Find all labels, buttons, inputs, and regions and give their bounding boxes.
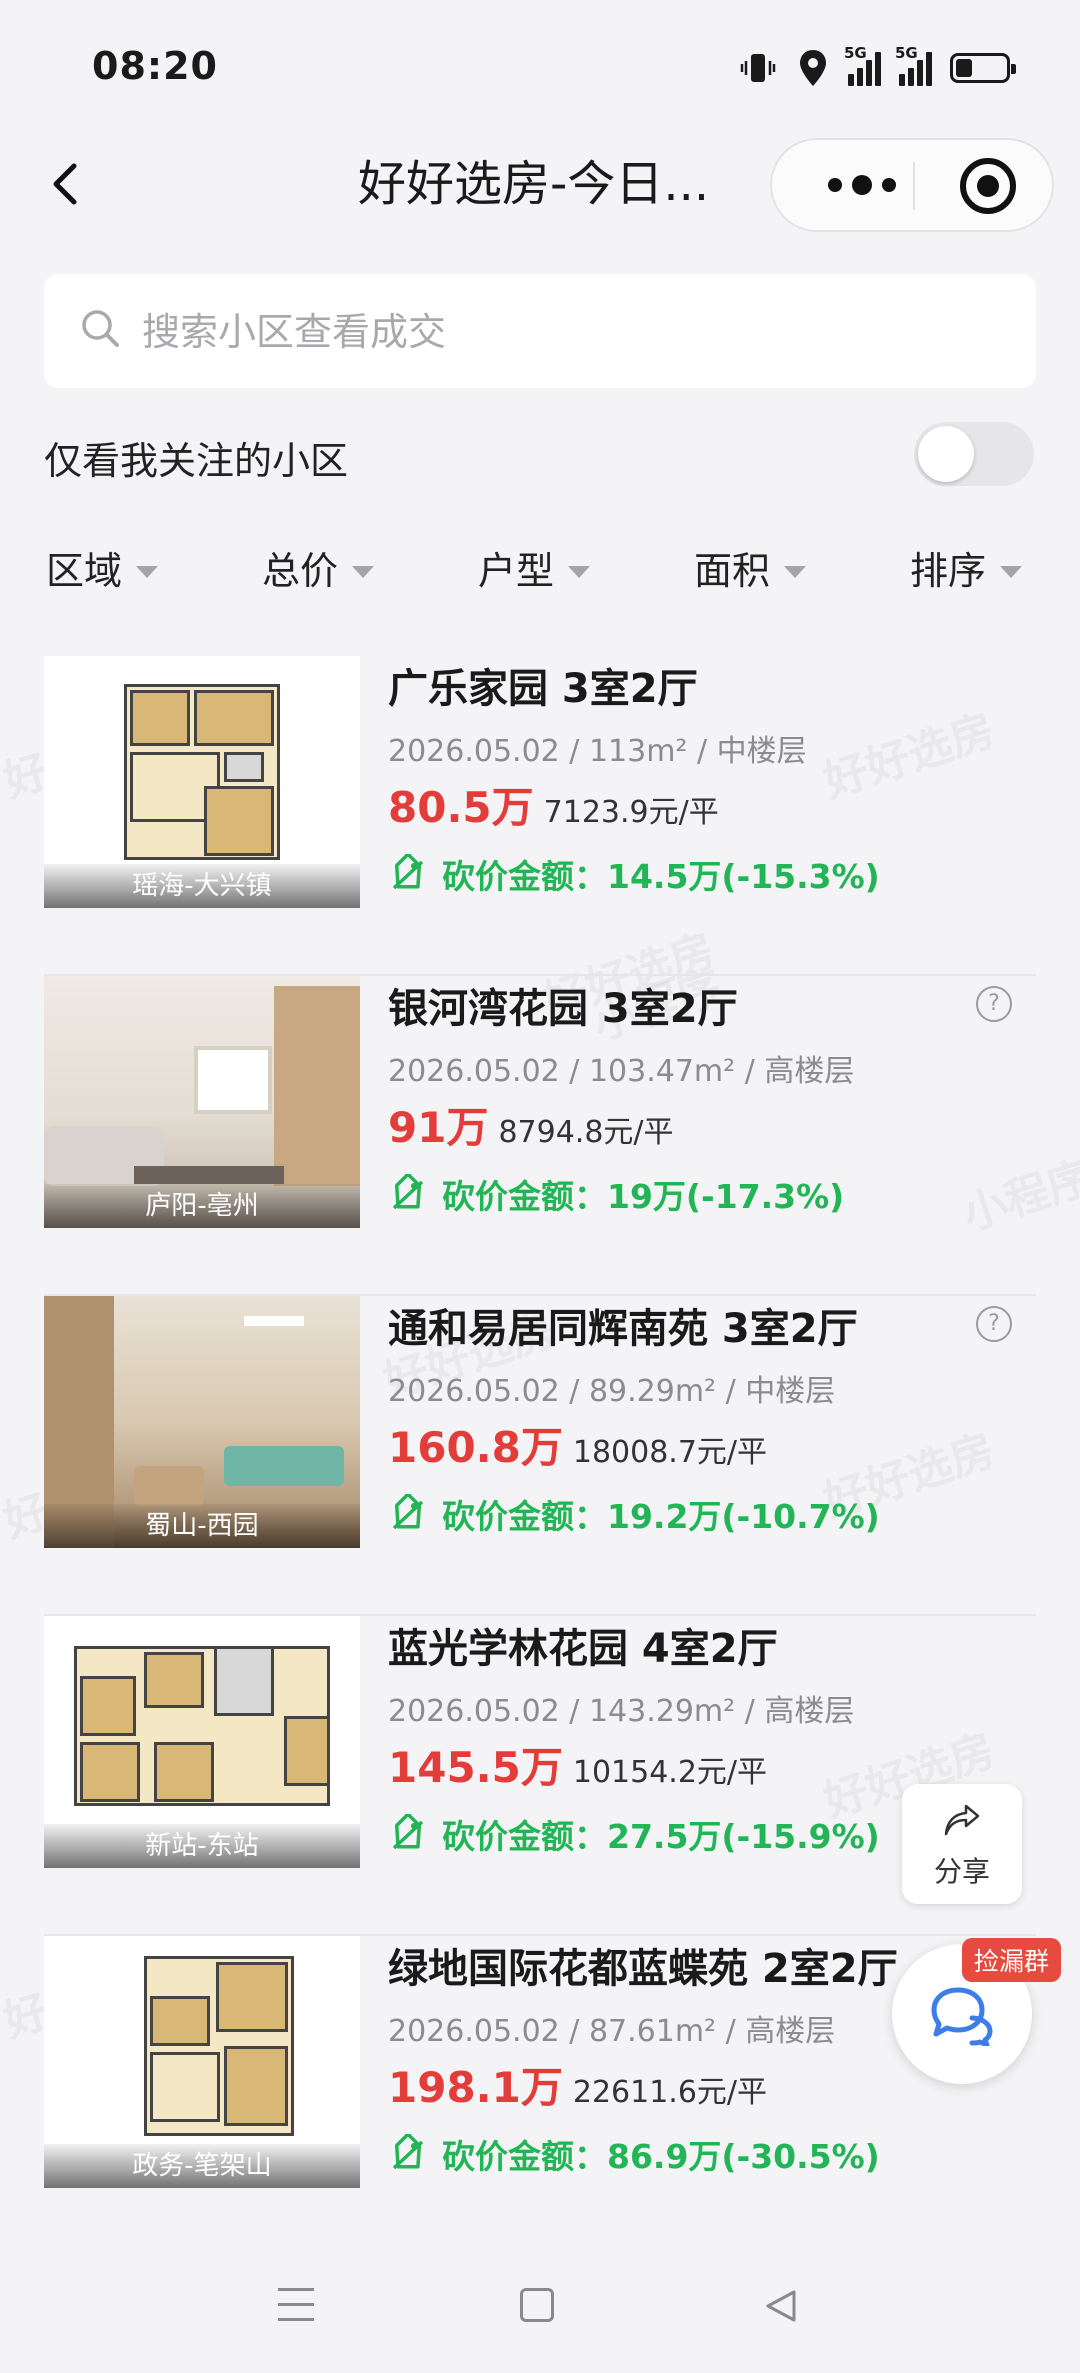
caret-down-icon: [1000, 565, 1023, 578]
listing-item[interactable]: 瑶海-大兴镇 广乐家园 3室2厅 2026.05.02 / 113m² / 中楼…: [44, 656, 1036, 976]
listing-title: 绿地国际花都蓝蝶苑 2室2厅: [388, 1946, 898, 1992]
price-tag-icon: [392, 1494, 424, 1530]
signal-2-icon: 5G: [895, 44, 932, 86]
status-bar: 08:20 5G 5G: [0, 0, 1080, 130]
close-miniprogram-button[interactable]: [960, 158, 1016, 214]
share-icon: [944, 1804, 980, 1836]
listing-cut-amount: 砍价金额：14.5万(-15.3%): [388, 850, 880, 898]
filter-bar: 区域 总价 户型 面积 排序: [0, 540, 1080, 600]
filter-sort[interactable]: 排序: [910, 540, 1023, 595]
listing-item[interactable]: 政务-笔架山 绿地国际花都蓝蝶苑 2室2厅 2026.05.02 / 87.61…: [44, 1936, 1036, 2256]
listing-meta: 2026.05.02 / 143.29m² / 高楼层: [388, 1694, 855, 1729]
caret-down-icon: [136, 565, 159, 578]
listing-location: 新站-东站: [44, 1824, 360, 1868]
filter-layout[interactable]: 户型: [478, 540, 591, 595]
caret-down-icon: [568, 565, 591, 578]
system-navigation-bar: [0, 2240, 1080, 2373]
listing-price-row: 91万 8794.8元/平: [388, 1094, 674, 1155]
listing-title: 广乐家园 3室2厅: [388, 666, 698, 712]
listing-item[interactable]: 新站-东站 蓝光学林花园 4室2厅 2026.05.02 / 143.29m² …: [44, 1616, 1036, 1936]
share-button[interactable]: 分享: [902, 1784, 1022, 1904]
listing-image: 蜀山-西园: [44, 1296, 360, 1548]
listing-location: 蜀山-西园: [44, 1504, 360, 1548]
price-tag-icon: [392, 1814, 424, 1850]
chat-bubbles-icon: [931, 1987, 993, 2046]
price-tag-icon: [392, 2134, 424, 2170]
follow-only-label: 仅看我关注的小区: [44, 439, 349, 483]
vibrate-icon: [740, 54, 776, 82]
search-box: [44, 274, 1036, 388]
clock: 08:20: [92, 44, 218, 88]
page-title: 好好选房-今日...: [358, 156, 710, 212]
listing-unit-price: 8794.8元/平: [498, 1115, 674, 1150]
listing-meta: 2026.05.02 / 87.61m² / 高楼层: [388, 2014, 836, 2049]
caret-down-icon: [352, 565, 375, 578]
filter-area[interactable]: 面积: [694, 540, 807, 595]
listing-price-row: 198.1万 22611.6元/平: [388, 2054, 767, 2115]
filter-total-price[interactable]: 总价: [262, 540, 375, 595]
listing-total-price: 198.1万: [388, 2063, 563, 2112]
listing-meta: 2026.05.02 / 89.29m² / 中楼层: [388, 1374, 836, 1409]
search-icon: [82, 310, 119, 347]
listing-title: 蓝光学林花园 4室2厅: [388, 1626, 778, 1672]
group-chat-badge: 捡漏群: [962, 1938, 1062, 1982]
listing-price-row: 145.5万 10154.2元/平: [388, 1734, 767, 1795]
location-icon: [800, 50, 826, 86]
listing-cut-amount: 砍价金额：86.9万(-30.5%): [388, 2130, 880, 2178]
listing-total-price: 80.5万: [388, 783, 534, 832]
listing-image: 庐阳-亳州: [44, 976, 360, 1228]
navigation-bar: 好好选房-今日...: [0, 130, 1080, 240]
listing-item[interactable]: 庐阳-亳州 银河湾花园 3室2厅 ? 2026.05.02 / 103.47m²…: [44, 976, 1036, 1296]
listing-meta: 2026.05.02 / 113m² / 中楼层: [388, 734, 807, 769]
listing-location: 庐阳-亳州: [44, 1184, 360, 1228]
more-menu-button[interactable]: [812, 140, 912, 230]
follow-only-toggle[interactable]: [914, 422, 1034, 486]
caret-down-icon: [784, 565, 807, 578]
help-icon[interactable]: ?: [976, 986, 1012, 1022]
listing-price-row: 160.8万 18008.7元/平: [388, 1414, 767, 1475]
listing-location: 瑶海-大兴镇: [44, 864, 360, 908]
price-tag-icon: [392, 1174, 424, 1210]
listing-meta: 2026.05.02 / 103.47m² / 高楼层: [388, 1054, 855, 1089]
back-icon[interactable]: [38, 154, 98, 214]
recent-apps-icon[interactable]: [278, 2288, 314, 2322]
listing-unit-price: 10154.2元/平: [572, 1755, 768, 1790]
listing-unit-price: 18008.7元/平: [572, 1435, 768, 1470]
listing-title: 银河湾花园 3室2厅: [388, 986, 738, 1032]
listing-image: 新站-东站: [44, 1616, 360, 1868]
listing-total-price: 160.8万: [388, 1423, 563, 1472]
battery-icon: [950, 53, 1016, 83]
signal-1-icon: 5G: [844, 44, 881, 86]
listing-cut-amount: 砍价金额：27.5万(-15.9%): [388, 1810, 880, 1858]
listing-cut-amount: 砍价金额：19.2万(-10.7%): [388, 1490, 880, 1538]
listing-price-row: 80.5万 7123.9元/平: [388, 774, 719, 835]
price-tag-icon: [392, 854, 424, 890]
system-back-icon[interactable]: [760, 2286, 800, 2326]
search-input[interactable]: [140, 302, 1004, 362]
listing-image: 政务-笔架山: [44, 1936, 360, 2188]
home-icon[interactable]: [520, 2288, 554, 2322]
listing-item[interactable]: 蜀山-西园 通和易居同辉南苑 3室2厅 ? 2026.05.02 / 89.29…: [44, 1296, 1036, 1616]
listing-unit-price: 7123.9元/平: [543, 795, 719, 830]
listing-total-price: 145.5万: [388, 1743, 563, 1792]
listing-location: 政务-笔架山: [44, 2144, 360, 2188]
filter-region[interactable]: 区域: [46, 540, 159, 595]
listing-title: 通和易居同辉南苑 3室2厅: [388, 1306, 858, 1352]
listing-unit-price: 22611.6元/平: [572, 2075, 768, 2110]
help-icon[interactable]: ?: [976, 1306, 1012, 1342]
listing-cut-amount: 砍价金额：19万(-17.3%): [388, 1170, 844, 1218]
miniprogram-capsule: [770, 138, 1054, 232]
listing-image: 瑶海-大兴镇: [44, 656, 360, 908]
listing-total-price: 91万: [388, 1103, 489, 1152]
